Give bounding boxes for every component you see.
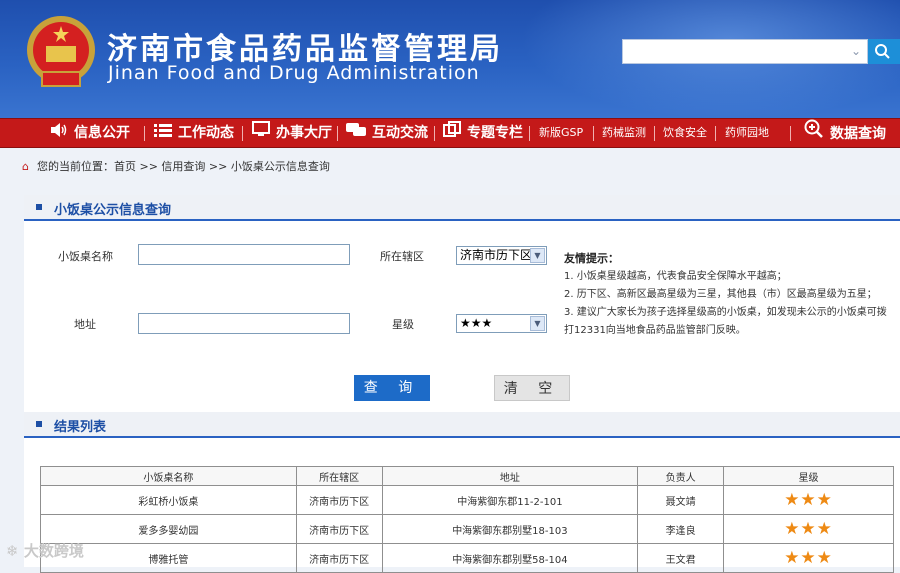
- results-panel: 结果列表 小饭桌名称 所在辖区 地址 负责人 星级 彩虹桥小饭桌 济南市历下区 …: [24, 410, 900, 573]
- cell-address: 中海紫御东郡别墅18-103: [381, 514, 639, 544]
- site-title-en: Jinan Food and Drug Administration: [108, 62, 480, 84]
- chevron-down-icon[interactable]: ⌄: [851, 44, 861, 58]
- nav-divider: [144, 126, 145, 141]
- results-panel-title: 结果列表: [54, 420, 107, 435]
- friendly-tips: 友情提示： 1. 小饭桌星级越高，代表食品安全保障水平越高； 2. 历下区、高新…: [564, 250, 894, 340]
- query-panel: 小饭桌公示信息查询 小饭桌名称 所在辖区 济南市历下区 ▼ 地址 星级 ★★★ …: [24, 195, 900, 410]
- nav-divider: [654, 126, 655, 141]
- watermark-logo-icon: ❄: [6, 542, 19, 560]
- nav-divider: [434, 126, 435, 141]
- nav-label: 专题专栏: [467, 125, 523, 141]
- site-header: 济南市食品药品监督管理局 Jinan Food and Drug Adminis…: [0, 0, 900, 118]
- table-row[interactable]: 彩虹桥小饭桌 济南市历下区 中海紫御东郡11-2-101 聂文靖 ★★★: [40, 485, 894, 515]
- query-panel-title: 小饭桌公示信息查询: [54, 203, 172, 218]
- nav-label: 互动交流: [372, 125, 428, 141]
- nav-item-special-topics[interactable]: 专题专栏: [443, 119, 523, 147]
- cell-stars: ★★★: [723, 485, 894, 515]
- cell-address: 中海紫御东郡别墅58-104: [381, 543, 639, 573]
- column-header: 负责人: [637, 466, 725, 486]
- nav-item-info-public[interactable]: 信息公开: [50, 119, 130, 147]
- speaker-icon: [50, 119, 68, 147]
- watermark-text: 大数跨境: [23, 542, 84, 560]
- tips-line: 2. 历下区、高新区最高星级为三星，其他县（市）区最高星级为五星；: [564, 289, 877, 300]
- monitor-icon: [252, 119, 270, 147]
- results-panel-header: 结果列表: [24, 412, 900, 438]
- name-input[interactable]: [138, 244, 350, 265]
- star-rating: ★★★: [784, 490, 833, 510]
- tips-title: 友情提示：: [564, 252, 619, 265]
- district-select[interactable]: 济南市历下区 ▼: [456, 246, 547, 265]
- query-button[interactable]: 查 询: [354, 375, 430, 401]
- cell-district: 济南市历下区: [295, 543, 383, 573]
- cell-district: 济南市历下区: [295, 485, 383, 515]
- table-row[interactable]: 爱多多婴幼园 济南市历下区 中海紫御东郡别墅18-103 李逢良 ★★★: [40, 514, 894, 544]
- nav-item-work-news[interactable]: 工作动态: [154, 119, 234, 147]
- name-label: 小饭桌名称: [58, 250, 113, 263]
- search-icon: [875, 44, 890, 59]
- column-header: 地址: [381, 466, 639, 486]
- tips-line: 3. 建议广大家长为孩子选择星级高的小饭桌，如发现未公示的小饭桌可拨打12331…: [564, 307, 887, 336]
- square-bullet-icon: [36, 421, 42, 427]
- cell-address: 中海紫御东郡11-2-101: [381, 485, 639, 515]
- nav-divider: [529, 126, 530, 141]
- nav-divider: [790, 126, 791, 141]
- list-icon: [154, 119, 172, 147]
- cell-stars: ★★★: [723, 543, 894, 573]
- chevron-down-icon[interactable]: ▼: [530, 316, 545, 331]
- district-label: 所在辖区: [380, 250, 424, 263]
- cell-stars: ★★★: [723, 514, 894, 544]
- breadcrumb-text[interactable]: 您的当前位置：首页 >> 信用查询 >> 小饭桌公示信息查询: [37, 160, 330, 173]
- star-select[interactable]: ★★★ ▼: [456, 314, 547, 333]
- nav-label: 数据查询: [830, 126, 886, 142]
- table-row[interactable]: 博雅托管 济南市历下区 中海紫御东郡别墅58-104 王文君 ★★★: [40, 543, 894, 573]
- column-header: 小饭桌名称: [40, 466, 297, 486]
- chat-icon: [346, 119, 366, 147]
- nav-divider: [593, 126, 594, 141]
- cell-name: 彩虹桥小饭桌: [40, 485, 297, 515]
- nav-data-query[interactable]: 数据查询: [804, 119, 886, 147]
- nav-divider: [337, 126, 338, 141]
- nav-item-interaction[interactable]: 互动交流: [346, 119, 428, 147]
- address-label: 地址: [74, 318, 96, 331]
- chevron-down-icon[interactable]: ▼: [530, 248, 545, 263]
- nav-divider: [715, 126, 716, 141]
- star-select-value: ★★★: [460, 316, 493, 330]
- breadcrumb: ⌂ 您的当前位置：首页 >> 信用查询 >> 小饭桌公示信息查询: [22, 158, 330, 174]
- district-select-value: 济南市历下区: [460, 248, 533, 262]
- square-bullet-icon: [36, 204, 42, 210]
- cell-owner: 聂文靖: [637, 485, 725, 515]
- address-input[interactable]: [138, 313, 350, 334]
- cell-district: 济南市历下区: [295, 514, 383, 544]
- nav-item-service-hall[interactable]: 办事大厅: [252, 119, 332, 147]
- nav-divider: [242, 126, 243, 141]
- cell-owner: 李逢良: [637, 514, 725, 544]
- main-nav: 信息公开 工作动态 办事大厅 互动交流 专题专栏 新版GSP 药械监测 饮食安全…: [0, 118, 900, 148]
- national-emblem-icon: [27, 16, 95, 87]
- magnifier-plus-icon: [804, 119, 824, 149]
- nav-label: 信息公开: [74, 125, 130, 141]
- nav-link-food-safety[interactable]: 饮食安全: [663, 119, 707, 147]
- star-label: 星级: [392, 318, 414, 331]
- site-search-input[interactable]: ⌄: [622, 39, 868, 64]
- nav-label: 办事大厅: [276, 125, 332, 141]
- search-button[interactable]: [868, 39, 900, 64]
- home-icon[interactable]: ⌂: [22, 160, 29, 173]
- column-header: 星级: [723, 466, 894, 486]
- table-header-row: 小饭桌名称 所在辖区 地址 负责人 星级: [40, 466, 894, 486]
- nav-link-new-gsp[interactable]: 新版GSP: [539, 119, 583, 147]
- star-rating: ★★★: [784, 548, 833, 568]
- cell-owner: 王文君: [637, 543, 725, 573]
- windows-icon: [443, 119, 461, 147]
- tips-line: 1. 小饭桌星级越高，代表食品安全保障水平越高；: [564, 271, 787, 282]
- query-panel-header: 小饭桌公示信息查询: [24, 195, 900, 221]
- nav-label: 工作动态: [178, 125, 234, 141]
- nav-link-pharmacist[interactable]: 药师园地: [725, 119, 769, 147]
- clear-button[interactable]: 清 空: [494, 375, 570, 401]
- column-header: 所在辖区: [295, 466, 383, 486]
- watermark: ❄ 大数跨境: [6, 540, 84, 561]
- results-table: 小饭桌名称 所在辖区 地址 负责人 星级 彩虹桥小饭桌 济南市历下区 中海紫御东…: [40, 466, 894, 573]
- star-rating: ★★★: [784, 519, 833, 539]
- nav-link-drug-monitoring[interactable]: 药械监测: [602, 119, 646, 147]
